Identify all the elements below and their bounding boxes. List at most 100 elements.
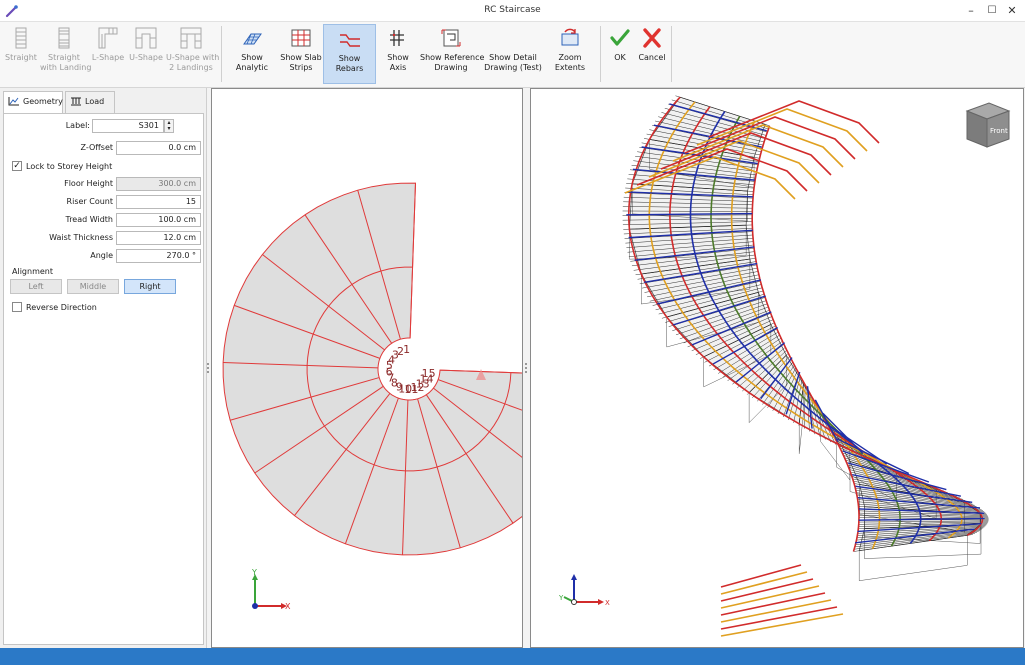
align-middle-button[interactable]: Middle [67, 279, 119, 294]
tab-geometry[interactable]: Geometry [3, 91, 63, 114]
ribbon-separator [671, 26, 672, 82]
show-detail-drawing-button[interactable]: Show Detail Drawing (Test) [484, 24, 542, 84]
plan-axis-x-label: X [285, 602, 291, 611]
label-caption: Label: [65, 121, 90, 130]
straight-button[interactable]: Straight [2, 24, 40, 84]
u-shape-label: U-Shape [129, 53, 163, 62]
align-right-button[interactable]: Right [124, 279, 176, 294]
slab-strips-icon [291, 29, 311, 47]
alignment-caption: Alignment [12, 267, 53, 276]
zoom-extents-icon [561, 28, 579, 46]
waist-thickness-input[interactable]: 12.0 cm [116, 231, 201, 245]
rebars-icon [339, 34, 360, 47]
splitter-grip [207, 363, 209, 373]
reverse-direction-label: Reverse Direction [26, 303, 97, 312]
tread-width-input[interactable]: 100.0 cm [116, 213, 201, 227]
close-button[interactable]: ✕ [1001, 2, 1023, 20]
tab-geometry-label: Geometry [23, 97, 63, 106]
u-shape-2-landings-button[interactable]: U-Shape with 2 Landings [166, 24, 220, 84]
floor-height-input: 300.0 cm [116, 177, 201, 191]
3d-origin [571, 599, 577, 605]
label-row: Label: S301 ▴ ▾ [4, 119, 205, 133]
u-shape-2-landings-label: U-Shape with 2 Landings [166, 53, 220, 72]
plan-origin [252, 603, 258, 609]
plan-axis-triad: Y X [251, 568, 291, 611]
label-input[interactable]: S301 [92, 119, 164, 133]
analytic-icon [243, 33, 262, 45]
waist-thickness-row: Waist Thickness 12.0 cm [4, 231, 205, 245]
align-left-button[interactable]: Left [10, 279, 62, 294]
l-shape-stair-icon [98, 27, 118, 49]
plan-stair-outline [222, 182, 596, 556]
z-offset-caption: Z-Offset [80, 143, 113, 152]
u-shape-button[interactable]: U-Shape [128, 24, 164, 84]
reference-drawing-icon [441, 29, 461, 47]
lock-storey-checkbox[interactable]: ✓ [12, 161, 22, 171]
left-splitter[interactable] [206, 88, 210, 648]
z-offset-input[interactable]: 0.0 cm [116, 141, 201, 155]
viewcube[interactable]: Front [965, 102, 1011, 148]
plan-step-labels: 123456789101112131415 [386, 343, 436, 396]
3d-canvas[interactable]: Front Y X [531, 89, 1023, 647]
axis-icon [390, 30, 404, 46]
geometry-icon [8, 97, 19, 106]
zoom-extents-label: Zoom Extents [554, 53, 586, 72]
reverse-row: Reverse Direction [4, 301, 205, 315]
3d-axis-triad: Y X [558, 574, 610, 607]
label-spinner[interactable]: ▴ ▾ [164, 119, 174, 133]
l-shape-button[interactable]: L-Shape [90, 24, 126, 84]
u-shape-stair-icon [135, 27, 157, 49]
show-slab-strips-label: Show Slab Strips [280, 53, 322, 72]
plan-view[interactable]: 1 2 3 4 5 6 7 8 9 10 11 12 13 14 15 Y X [211, 88, 596, 648]
plan-step-number: 15 [422, 367, 436, 380]
tread-width-caption: Tread Width [65, 215, 113, 224]
waist-thickness-caption: Waist Thickness [49, 233, 113, 242]
cancel-button[interactable]: Cancel [636, 24, 668, 84]
u-shape-2-landings-icon [180, 27, 202, 49]
lock-storey-label: Lock to Storey Height [26, 162, 113, 171]
reverse-direction-checkbox[interactable] [12, 302, 22, 312]
show-reference-drawing-button[interactable]: Show Reference Drawing [420, 24, 484, 84]
floor-height-caption: Floor Height [64, 179, 113, 188]
floor-height-row: Floor Height 300.0 cm [4, 177, 205, 191]
straight-with-landing-button[interactable]: Straight with Landing [40, 24, 92, 84]
ok-button[interactable]: OK [606, 24, 634, 84]
straight-stair-icon [15, 27, 27, 49]
window-title: RC Staircase [484, 5, 541, 15]
3d-z-arrow-icon [571, 574, 577, 580]
zoom-extents-button[interactable]: Zoom Extents [544, 24, 596, 84]
load-icon [71, 97, 81, 106]
show-slab-strips-button[interactable]: Show Slab Strips [280, 24, 322, 84]
riser-count-input[interactable]: 15 [116, 195, 201, 209]
show-detail-drawing-label: Show Detail Drawing (Test) [484, 53, 542, 72]
detail-drawing-icon [500, 26, 526, 50]
show-rebars-button[interactable]: Show Rebars [323, 24, 376, 84]
3d-view[interactable]: Front Y X [530, 88, 1024, 648]
plan-step-number: 1 [403, 343, 410, 356]
plan-axis-y-label: Y [251, 568, 257, 577]
viewcube-label: Front [990, 127, 1008, 135]
alignment-row: Left Middle Right [4, 279, 205, 294]
straight-with-landing-label: Straight with Landing [40, 53, 92, 72]
status-bar [0, 648, 1025, 665]
3d-axis-x-label: X [605, 599, 610, 607]
angle-input[interactable]: 270.0 ° [116, 249, 201, 263]
minimize-button[interactable]: – [960, 2, 982, 20]
angle-row: Angle 270.0 ° [4, 249, 205, 263]
cancel-label: Cancel [638, 53, 666, 62]
right-splitter[interactable] [524, 88, 528, 648]
tab-load-label: Load [85, 97, 105, 106]
ribbon-separator [221, 26, 222, 82]
show-analytic-button[interactable]: Show Analytic [226, 24, 278, 84]
lock-row: ✓ Lock to Storey Height [4, 160, 205, 174]
plan-canvas[interactable]: 123456789101112131415 Y X [212, 89, 596, 647]
tab-load[interactable]: Load [65, 91, 115, 113]
splitter-grip [525, 363, 527, 373]
plan-steps [222, 182, 596, 556]
maximize-button[interactable]: ☐ [981, 2, 1003, 20]
z-offset-row: Z-Offset 0.0 cm [4, 141, 205, 155]
show-axis-button[interactable]: Show Axis [378, 24, 418, 84]
ribbon-toolbar: Straight Straight with Landing L-Shape U… [0, 22, 1025, 88]
angle-caption: Angle [90, 251, 113, 260]
3d-x-arrow-icon [598, 599, 604, 605]
